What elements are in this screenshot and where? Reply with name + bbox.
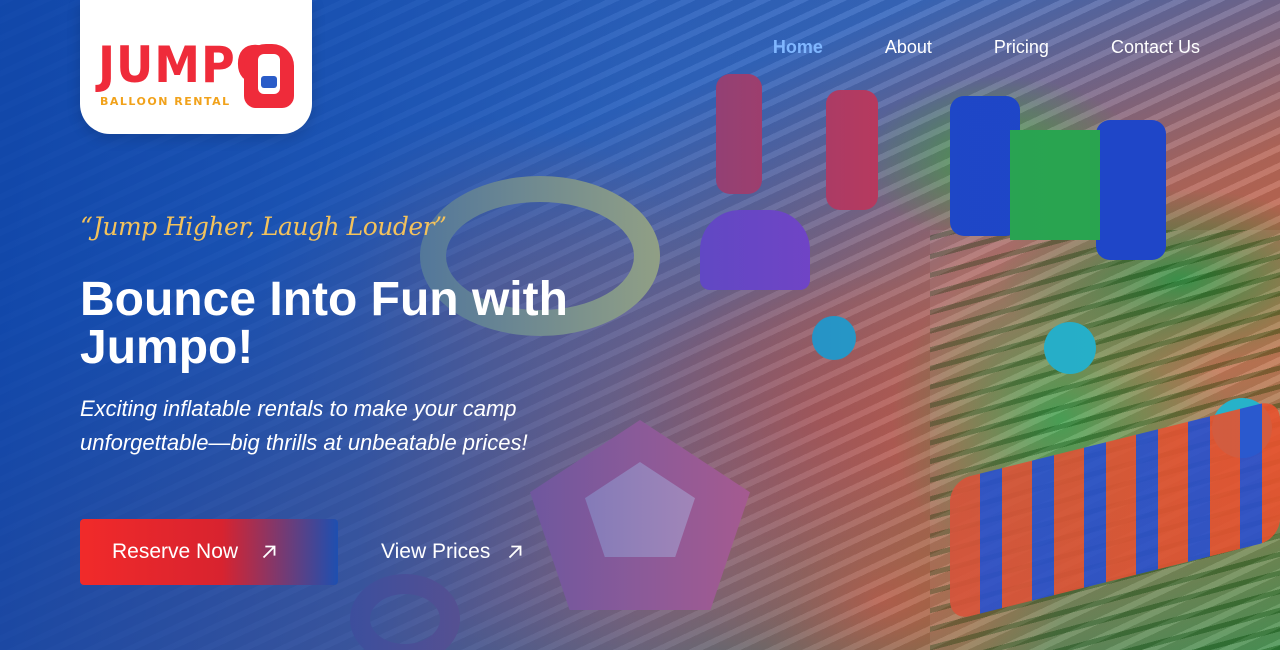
logo[interactable]: JUMPO BALLOON RENTAL <box>80 0 312 134</box>
inflatable-ball <box>1212 398 1272 458</box>
nav-item-home[interactable]: Home <box>773 36 823 58</box>
inflatable-ring-bottom <box>350 574 460 650</box>
arrow-up-right-icon <box>262 545 276 559</box>
reserve-now-label: Reserve Now <box>112 540 239 563</box>
hero-subtext-line1: Exciting inflatable rentals to make your… <box>80 396 517 421</box>
inflatable-rollers <box>950 398 1280 622</box>
inflatable-pillar <box>716 74 762 194</box>
nav-item-pricing[interactable]: Pricing <box>994 36 1049 58</box>
nav-item-about[interactable]: About <box>885 36 932 58</box>
inflatable-pillar <box>950 96 1020 236</box>
inflatable-green-block <box>1010 130 1100 240</box>
hero-headline-line2: Jumpo! <box>80 321 254 374</box>
arrow-up-right-icon <box>509 545 522 559</box>
hero-headline-line1: Bounce Into Fun with <box>80 273 568 326</box>
inflatable-tower <box>700 210 810 290</box>
view-prices-button[interactable]: View Prices <box>381 534 526 570</box>
hero-subtext-line2: unforgettable—big thrills at unbeatable … <box>80 430 528 455</box>
background-texture-green <box>930 230 1280 650</box>
reserve-now-button[interactable]: Reserve Now <box>80 519 338 585</box>
inflatable-pillar <box>1096 120 1166 260</box>
nav-item-contact-us[interactable]: Contact Us <box>1111 36 1200 58</box>
inflatable-pillar <box>826 90 878 210</box>
view-prices-label: View Prices <box>381 540 491 563</box>
hero-subtext: Exciting inflatable rentals to make your… <box>80 392 640 460</box>
hero-tagline: “Jump Higher, Laugh Louder” <box>80 212 447 241</box>
inflatable-ball <box>812 316 856 360</box>
hero-headline: Bounce Into Fun with Jumpo! <box>80 276 680 372</box>
inflatable-ball <box>1044 322 1096 374</box>
logo-subtitle: BALLOON RENTAL <box>100 95 231 108</box>
logo-badge-icon <box>244 44 294 108</box>
main-nav: Home About Pricing Contact Us <box>711 36 1200 58</box>
hero-section: JUMPO BALLOON RENTAL Home About Pricing … <box>0 0 1280 650</box>
inflatable-pentagon-inner <box>585 462 695 557</box>
